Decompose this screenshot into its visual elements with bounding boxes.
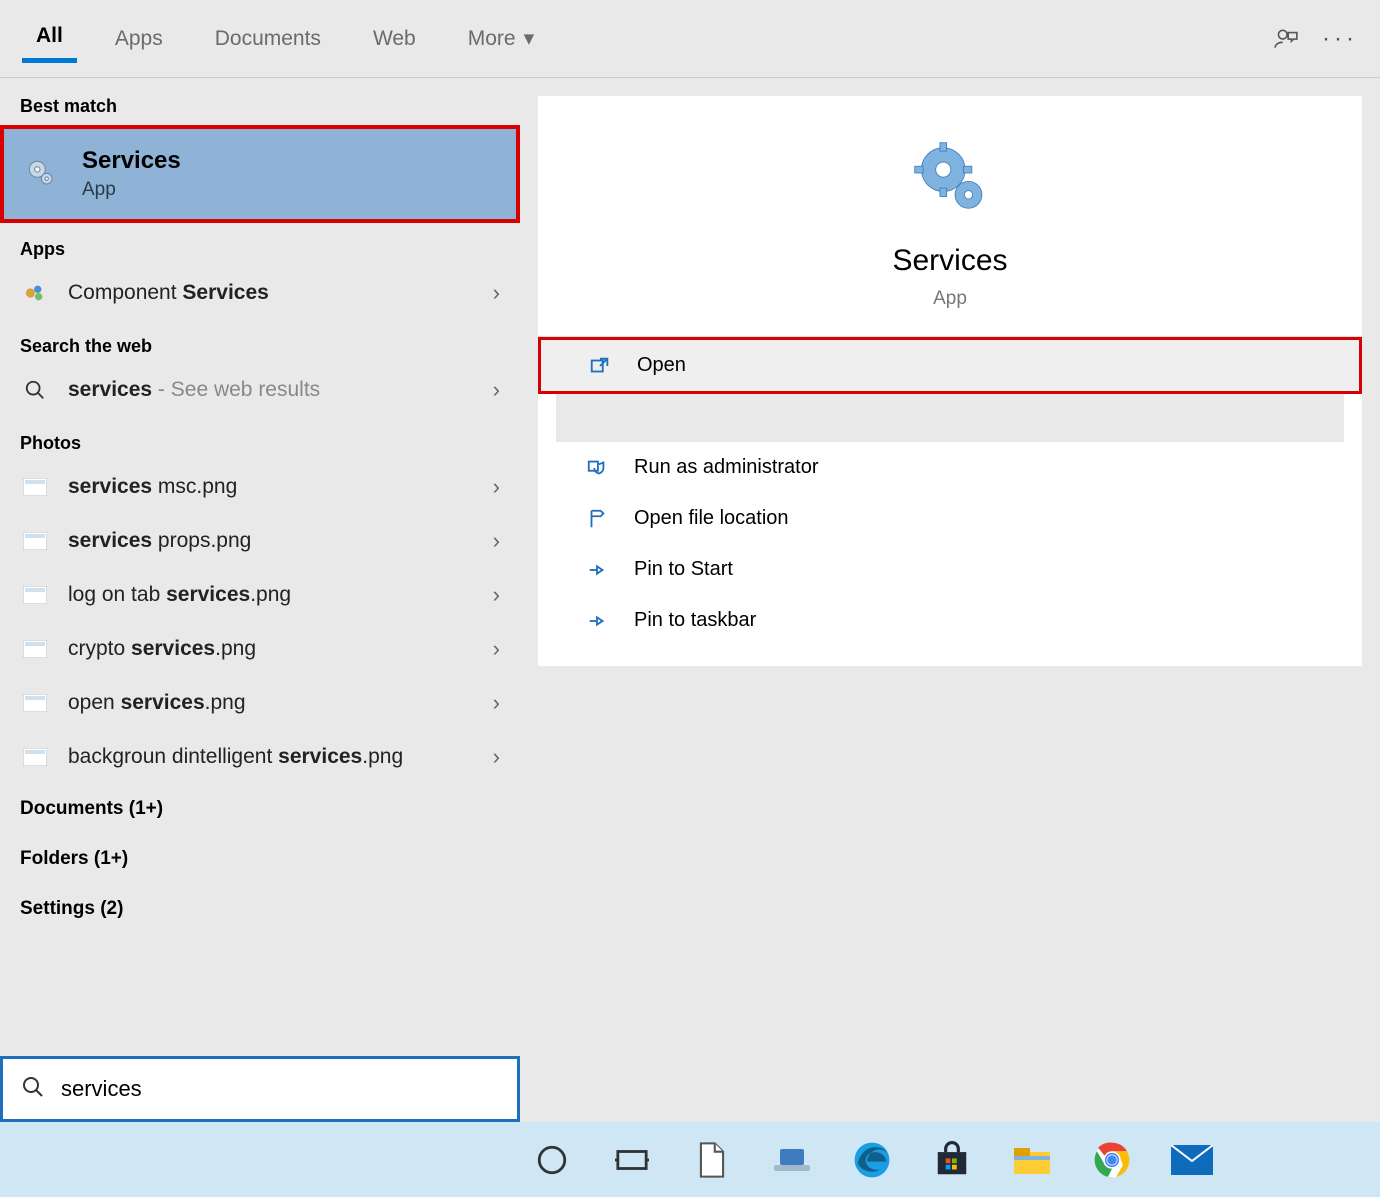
chevron-right-icon: › (493, 377, 500, 403)
folders-group[interactable]: Folders (1+) (0, 834, 520, 884)
taskbar (0, 1122, 1380, 1197)
settings-group[interactable]: Settings (2) (0, 884, 520, 934)
image-file-icon (20, 586, 50, 604)
image-file-icon (20, 748, 50, 766)
photo-result-label: log on tab services.png (68, 583, 475, 607)
pin-icon (584, 559, 610, 581)
web-result-label: services - See web results (68, 378, 475, 402)
photo-result-label: services msc.png (68, 475, 475, 499)
chevron-right-icon: › (493, 744, 500, 770)
photo-result[interactable]: services props.png › (0, 514, 520, 568)
more-options-icon[interactable]: ··· (1322, 21, 1358, 57)
photo-result[interactable]: services msc.png › (0, 460, 520, 514)
action-run-admin[interactable]: Run as administrator (538, 442, 1362, 493)
action-open-location[interactable]: Open file location (538, 493, 1362, 544)
taskbar-cortana-icon[interactable] (530, 1138, 574, 1182)
app-result-label: Component Services (68, 281, 475, 305)
image-file-icon (20, 478, 50, 496)
photo-result[interactable]: log on tab services.png › (0, 568, 520, 622)
tab-documents[interactable]: Documents (201, 17, 335, 61)
image-file-icon (20, 694, 50, 712)
chevron-right-icon: › (493, 528, 500, 554)
gear-icon (24, 156, 56, 193)
chevron-right-icon: › (493, 636, 500, 662)
photo-result-label: open services.png (68, 691, 475, 715)
gear-icon (908, 136, 992, 220)
open-icon (587, 355, 613, 377)
tab-all[interactable]: All (22, 14, 77, 63)
image-file-icon (20, 532, 50, 550)
shield-icon (584, 457, 610, 479)
folder-icon (584, 508, 610, 530)
app-result-component-services[interactable]: Component Services › (0, 266, 520, 320)
action-open[interactable]: Open (538, 337, 1362, 394)
taskbar-chrome-icon[interactable] (1090, 1138, 1134, 1182)
web-result-services[interactable]: services - See web results › (0, 363, 520, 417)
detail-title: Services (538, 244, 1362, 278)
feedback-icon[interactable] (1268, 21, 1304, 57)
action-run-admin-label: Run as administrator (634, 456, 819, 479)
photo-result[interactable]: open services.png › (0, 676, 520, 730)
action-pin-taskbar[interactable]: Pin to taskbar (538, 595, 1362, 646)
chevron-right-icon: › (493, 582, 500, 608)
action-pin-start-label: Pin to Start (634, 558, 733, 581)
search-icon (21, 1075, 45, 1104)
search-input[interactable] (61, 1076, 499, 1102)
tab-web[interactable]: Web (359, 17, 430, 61)
pin-icon (584, 610, 610, 632)
web-section-label: Search the web (0, 320, 520, 363)
search-box[interactable] (0, 1056, 520, 1122)
taskbar-taskview-icon[interactable] (610, 1138, 654, 1182)
action-open-location-label: Open file location (634, 507, 789, 530)
chevron-right-icon: › (493, 474, 500, 500)
chevron-right-icon: › (493, 690, 500, 716)
image-file-icon (20, 640, 50, 658)
best-match-subtitle: App (82, 179, 181, 201)
photo-result-label: crypto services.png (68, 637, 475, 661)
action-open-label: Open (637, 354, 686, 377)
taskbar-mail-icon[interactable] (1170, 1138, 1214, 1182)
detail-subtitle: App (538, 288, 1362, 310)
taskbar-edge-icon[interactable] (850, 1138, 894, 1182)
photos-section-label: Photos (0, 417, 520, 460)
taskbar-document-icon[interactable] (690, 1138, 734, 1182)
action-pin-taskbar-label: Pin to taskbar (634, 609, 756, 632)
best-match-title: Services (82, 147, 181, 175)
results-column: Best match Services App Apps Component S… (0, 78, 520, 1122)
photo-result-label: services props.png (68, 529, 475, 553)
tab-more[interactable]: More ▾ (454, 16, 548, 61)
component-services-icon (20, 282, 50, 304)
taskbar-store-icon[interactable] (930, 1138, 974, 1182)
photo-result[interactable]: crypto services.png › (0, 622, 520, 676)
best-match-label: Best match (0, 78, 520, 125)
photo-result-label: backgroun dintelligent services.png (68, 745, 475, 769)
tab-apps[interactable]: Apps (101, 17, 177, 61)
best-match-result[interactable]: Services App (0, 125, 520, 223)
search-icon (20, 379, 50, 401)
taskbar-explorer-icon[interactable] (1010, 1138, 1054, 1182)
apps-section-label: Apps (0, 223, 520, 266)
documents-group[interactable]: Documents (1+) (0, 784, 520, 834)
chevron-right-icon: › (493, 280, 500, 306)
detail-panel: Services App Open Run as administrator O… (520, 78, 1380, 1122)
search-tabs: All Apps Documents Web More ▾ ··· (0, 0, 1380, 78)
photo-result[interactable]: backgroun dintelligent services.png › (0, 730, 520, 784)
taskbar-laptop-icon[interactable] (770, 1138, 814, 1182)
tab-more-label: More (468, 27, 516, 51)
action-pin-start[interactable]: Pin to Start (538, 544, 1362, 595)
chevron-down-icon: ▾ (524, 26, 535, 51)
